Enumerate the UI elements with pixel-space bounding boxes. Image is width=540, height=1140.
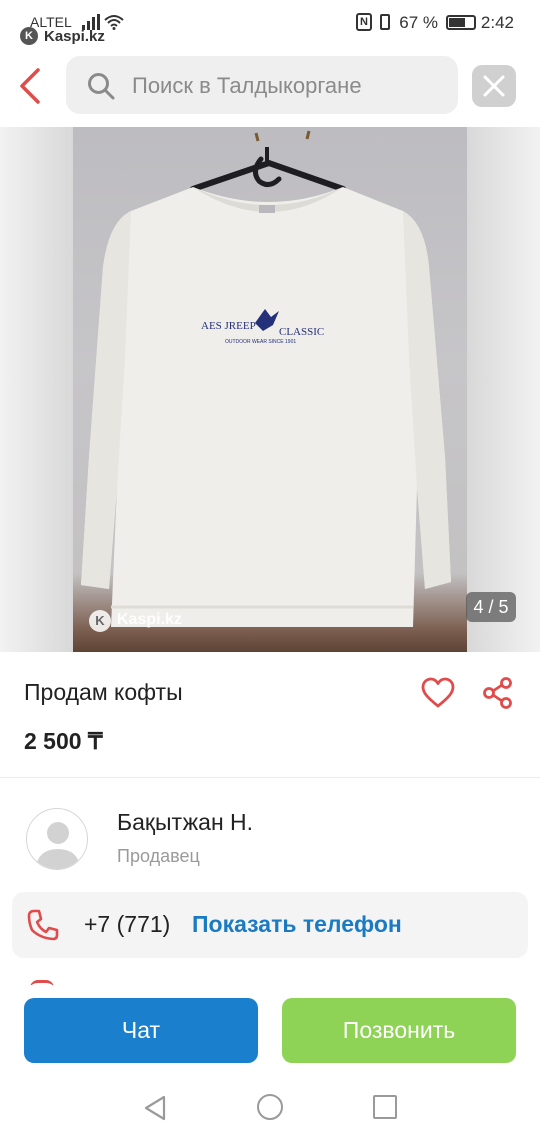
status-bar: ALTEL K Kaspi.kz N 67 % 2:42: [0, 0, 540, 48]
action-bar: Чат Позвонить: [0, 985, 540, 1080]
vibrate-icon: [380, 14, 390, 30]
sweatshirt-image: AES JREEP CLASSIC OUTDOOR WEAR SINCE 190…: [81, 130, 451, 627]
shirt-print-sub: OUTDOOR WEAR SINCE 1901: [225, 339, 296, 345]
show-phone-link[interactable]: Показать телефон: [192, 911, 402, 938]
phone-icon: [27, 909, 59, 941]
nav-back-icon[interactable]: [142, 1094, 168, 1122]
listing-title: Продам кофты: [24, 679, 183, 705]
divider: [0, 777, 540, 778]
app-badge-label: Kaspi.kz: [44, 28, 105, 45]
gallery-edge-left: [0, 127, 73, 652]
battery-percent: 67 %: [399, 13, 438, 32]
clock: 2:42: [480, 13, 514, 32]
phone-prefix: +7 (771): [84, 911, 171, 937]
favorite-button[interactable]: [420, 676, 456, 710]
battery-icon: [446, 15, 476, 30]
user-placeholder-icon: [35, 822, 81, 869]
kaspi-notification-icon: K Kaspi.kz: [20, 27, 116, 45]
shirt-print-right: CLASSIC: [279, 326, 324, 338]
search-input[interactable]: [132, 71, 442, 101]
listing-price: 2 500 ₸: [24, 728, 103, 754]
search-icon: [88, 73, 115, 100]
phone-card[interactable]: +7 (771) Показать телефон: [12, 892, 528, 958]
seller-avatar[interactable]: [26, 808, 88, 870]
nav-recents-icon[interactable]: [373, 1095, 397, 1119]
kaspi-logo-icon: K: [89, 610, 111, 632]
watermark-label: Kaspi.kz: [117, 611, 182, 628]
share-button[interactable]: [482, 676, 514, 710]
seller-role: Продавец: [117, 846, 200, 866]
seller-name[interactable]: Бақытжан Н.: [117, 809, 253, 836]
call-button[interactable]: Позвонить: [282, 998, 516, 1063]
chat-button[interactable]: Чат: [24, 998, 258, 1063]
shirt-print-left: AES JREEP: [201, 320, 256, 332]
back-button[interactable]: [12, 62, 52, 110]
photo-counter: 4 / 5: [466, 592, 516, 622]
nav-home-icon[interactable]: [257, 1094, 283, 1120]
gallery-edge-right: [467, 127, 540, 652]
photo-gallery[interactable]: AES JREEP CLASSIC OUTDOOR WEAR SINCE 190…: [0, 127, 540, 652]
nfc-icon: N: [356, 13, 372, 31]
system-nav-bar: [0, 1080, 540, 1140]
product-photo[interactable]: AES JREEP CLASSIC OUTDOOR WEAR SINCE 190…: [73, 127, 467, 652]
clear-search-button[interactable]: [472, 65, 516, 107]
search-box[interactable]: [66, 56, 458, 114]
